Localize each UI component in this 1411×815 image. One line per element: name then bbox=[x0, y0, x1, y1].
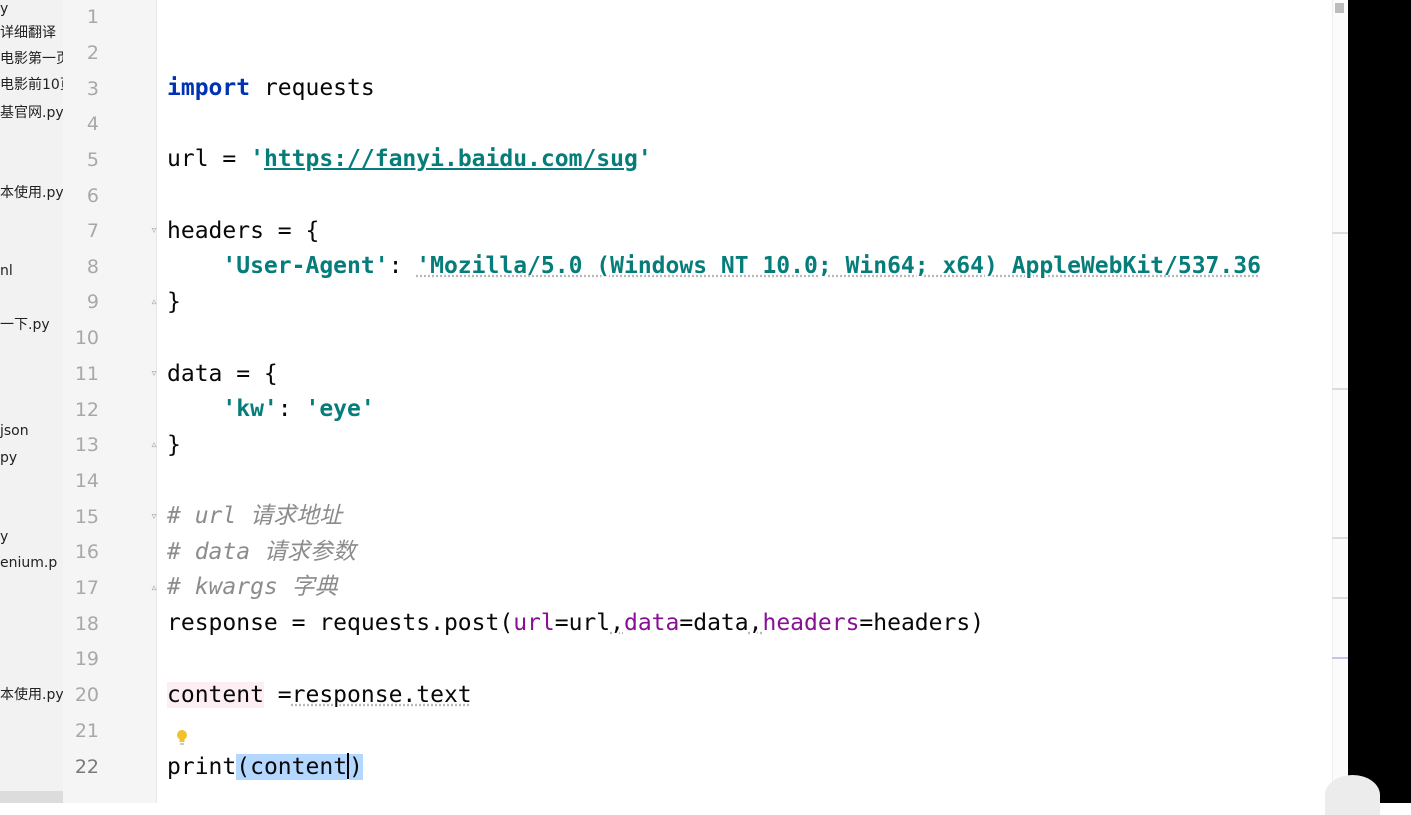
tree-item[interactable]: 基官网.py bbox=[0, 104, 63, 122]
param-name: url bbox=[513, 610, 555, 636]
code-text: =data bbox=[679, 610, 749, 636]
code-text: requests bbox=[250, 75, 375, 101]
matched-brace: ( bbox=[236, 754, 251, 780]
line-number[interactable]: 3 bbox=[63, 78, 99, 100]
scroll-marker bbox=[1332, 232, 1348, 234]
line-number[interactable]: 6 bbox=[63, 185, 99, 207]
code-text: =headers) bbox=[859, 610, 985, 636]
tree-item[interactable]: 本使用.py bbox=[0, 686, 63, 704]
url-string-link[interactable]: https://fanyi.baidu.com/sug bbox=[264, 146, 638, 172]
line-number[interactable]: 10 bbox=[63, 327, 99, 349]
code-line-20[interactable]: content =response.text bbox=[167, 681, 472, 709]
line-number[interactable]: 13 bbox=[63, 434, 99, 456]
line-number[interactable]: 2 bbox=[63, 42, 99, 64]
editor-gutter: 1 2 3 4 5 6 7 8 9 10 11 12 13 14 15 16 17 18 19 20 21 22 ▿ ▵ ▿ ▵ ▿… bbox=[63, 0, 158, 803]
scroll-marker bbox=[1332, 657, 1348, 659]
function-print: print bbox=[167, 754, 237, 780]
line-number[interactable]: 8 bbox=[63, 256, 99, 278]
line-number[interactable]: 4 bbox=[63, 113, 99, 135]
scrollbar-thumb[interactable] bbox=[1335, 3, 1344, 13]
code-text: } bbox=[167, 432, 181, 458]
code-text: headers = { bbox=[167, 218, 320, 244]
tree-item[interactable]: y bbox=[0, 0, 8, 18]
line-number[interactable]: 17 bbox=[63, 577, 99, 599]
code-text: data = { bbox=[167, 361, 278, 387]
string-literal: 'User-Agent' bbox=[222, 253, 389, 279]
code-line-17[interactable]: # kwargs 字典 bbox=[167, 573, 338, 601]
code-line-5[interactable]: url = 'https://fanyi.baidu.com/sug' bbox=[167, 145, 652, 173]
line-number[interactable]: 16 bbox=[63, 541, 99, 563]
code-text: : bbox=[388, 253, 417, 279]
line-number[interactable]: 1 bbox=[63, 6, 99, 28]
string-literal: 'kw' bbox=[222, 396, 278, 422]
code-text: response.text bbox=[291, 682, 472, 708]
code-line-12[interactable]: 'kw': 'eye' bbox=[167, 395, 375, 423]
code-editor[interactable]: import requests url = 'https://fanyi.bai… bbox=[157, 0, 1332, 803]
tree-item[interactable]: json bbox=[0, 422, 29, 440]
line-number[interactable]: 20 bbox=[63, 684, 99, 706]
line-number[interactable]: 12 bbox=[63, 399, 99, 421]
overlay-corner bbox=[1325, 775, 1380, 815]
scroll-marker bbox=[1332, 537, 1348, 539]
project-tree-panel: y 详细翻译电影第一页电影前10页基官网.py 本使用.py nl 一下.py json p… bbox=[0, 0, 64, 803]
line-number[interactable]: 11 bbox=[63, 363, 99, 385]
code-line-9[interactable]: } bbox=[167, 288, 181, 316]
tree-horizontal-scrollbar[interactable] bbox=[0, 791, 63, 803]
tree-item[interactable]: 本使用.py bbox=[0, 184, 63, 202]
code-text: = bbox=[263, 682, 292, 708]
string-quote: ' bbox=[637, 146, 652, 172]
tree-item[interactable]: 详细翻译 bbox=[0, 24, 56, 42]
param-name: headers bbox=[762, 610, 860, 636]
string-literal: 'eye' bbox=[305, 396, 375, 422]
line-number[interactable]: 18 bbox=[63, 613, 99, 635]
code-line-3[interactable]: import requests bbox=[167, 74, 375, 102]
tree-item[interactable]: py bbox=[0, 449, 17, 467]
code-text: , bbox=[610, 610, 624, 636]
code-line-11[interactable]: data = { bbox=[167, 360, 278, 388]
vertical-scrollbar[interactable] bbox=[1332, 0, 1349, 803]
line-number[interactable]: 5 bbox=[63, 149, 99, 171]
lightbulb-icon[interactable] bbox=[176, 729, 188, 747]
tree-item[interactable]: 一下.py bbox=[0, 316, 50, 334]
line-number[interactable]: 7 bbox=[63, 220, 99, 242]
code-line-8[interactable]: 'User-Agent': 'Mozilla/5.0 (Windows NT 1… bbox=[167, 252, 1261, 280]
variable-content: content bbox=[250, 754, 348, 780]
tree-item[interactable]: enium.p bbox=[0, 554, 57, 572]
code-text: : bbox=[277, 396, 306, 422]
screen-outside-area bbox=[1348, 0, 1411, 803]
code-text: response = requests.post( bbox=[167, 610, 514, 636]
code-text: =url bbox=[554, 610, 611, 636]
code-line-16[interactable]: # data 请求参数 bbox=[167, 538, 356, 566]
code-line-15[interactable]: # url 请求地址 bbox=[167, 502, 342, 530]
code-text: url = bbox=[167, 146, 251, 172]
code-line-22[interactable]: print(content) bbox=[167, 753, 363, 781]
line-number[interactable]: 9 bbox=[63, 291, 99, 313]
line-number[interactable]: 14 bbox=[63, 470, 99, 492]
code-text: } bbox=[167, 289, 181, 315]
variable-content: content bbox=[167, 682, 264, 708]
code-text: , bbox=[748, 610, 763, 636]
tree-item[interactable]: y bbox=[0, 528, 8, 546]
scroll-marker bbox=[1332, 597, 1348, 599]
line-number[interactable]: 22 bbox=[63, 756, 99, 778]
code-line-18[interactable]: response = requests.post(url=url,data=da… bbox=[167, 609, 984, 637]
string-literal: 'Mozilla/5.0 (Windows NT 10.0; Win64; x6… bbox=[416, 253, 1261, 279]
param-name: data bbox=[623, 610, 680, 636]
code-line-13[interactable]: } bbox=[167, 431, 181, 459]
tree-item[interactable]: nl bbox=[0, 262, 13, 280]
code-line-7[interactable]: headers = { bbox=[167, 217, 319, 245]
tree-item[interactable]: 电影前10页 bbox=[0, 76, 63, 94]
tree-item[interactable]: 电影第一页 bbox=[0, 50, 63, 68]
line-number[interactable]: 21 bbox=[63, 720, 99, 742]
keyword-import: import bbox=[167, 75, 251, 101]
line-number[interactable]: 15 bbox=[63, 506, 99, 528]
matched-brace: ) bbox=[349, 754, 363, 780]
line-number[interactable]: 19 bbox=[63, 648, 99, 670]
scroll-marker bbox=[1332, 388, 1348, 390]
string-quote: ' bbox=[250, 146, 264, 172]
